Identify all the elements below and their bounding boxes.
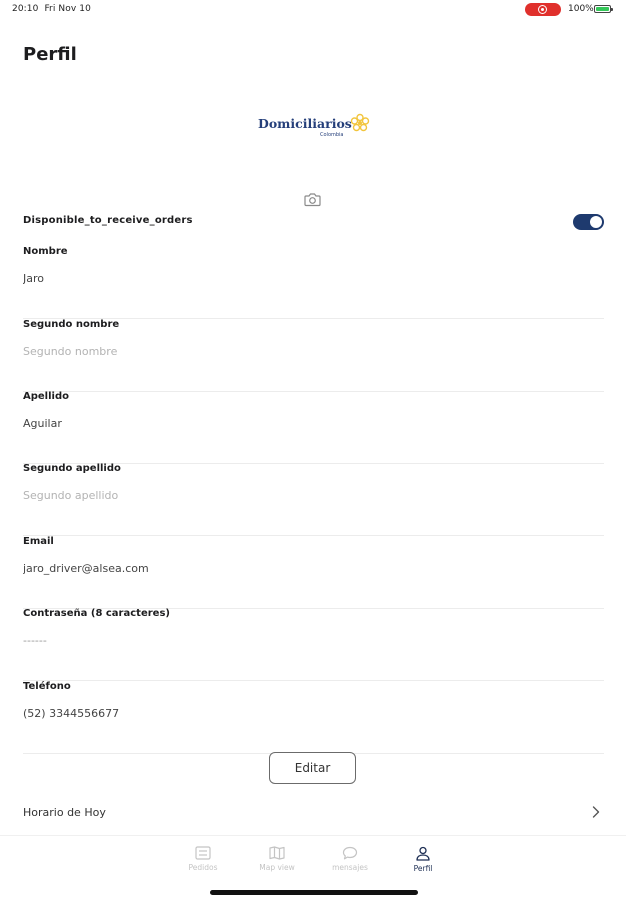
tab-perfil[interactable]: Perfil xyxy=(393,846,453,873)
field-label: Apellido xyxy=(23,391,69,402)
nombre-input[interactable] xyxy=(23,272,593,285)
tab-map-view[interactable]: Map view xyxy=(247,846,307,872)
status-date: Fri Nov 10 xyxy=(44,4,91,14)
segundo-nombre-input[interactable]: Segundo nombre xyxy=(23,345,593,358)
field-label: Teléfono xyxy=(23,681,71,692)
logo-text: Domiciliarios xyxy=(258,116,352,131)
tab-pedidos[interactable]: Pedidos xyxy=(173,846,233,872)
field-telefono: Teléfono xyxy=(23,681,604,754)
tab-label: Pedidos xyxy=(188,863,218,872)
telefono-input[interactable] xyxy=(23,707,593,720)
password-input[interactable] xyxy=(23,634,593,647)
apellido-input[interactable] xyxy=(23,417,593,430)
field-label: Segundo nombre xyxy=(23,319,120,330)
camera-icon[interactable] xyxy=(304,192,321,207)
edit-button[interactable]: Editar xyxy=(269,752,356,784)
logo-subtext: Colombia xyxy=(320,132,344,138)
field-label: Contraseña (8 caracteres) xyxy=(23,608,170,619)
screen-recording-indicator[interactable] xyxy=(525,3,561,16)
availability-row: Disponible_to_receive_orders xyxy=(23,210,604,234)
person-icon xyxy=(416,846,430,861)
home-indicator[interactable] xyxy=(210,890,418,895)
tab-label: Map view xyxy=(259,863,295,872)
field-email: Email xyxy=(23,536,604,609)
tab-mensajes[interactable]: mensajes xyxy=(320,846,380,872)
field-apellido: Apellido xyxy=(23,391,604,464)
field-label: Email xyxy=(23,536,54,547)
field-label: Nombre xyxy=(23,246,68,257)
tab-label: mensajes xyxy=(332,863,368,872)
list-icon xyxy=(195,846,211,860)
field-contrasena: Contraseña (8 caracteres) xyxy=(23,608,604,681)
page-title: Perfil xyxy=(23,44,77,65)
status-bar: 20:10 Fri Nov 10 100% xyxy=(0,0,626,20)
status-time-date: 20:10 Fri Nov 10 xyxy=(12,4,91,14)
battery-percentage: 100% xyxy=(568,4,594,14)
status-time: 20:10 xyxy=(12,4,39,14)
chat-icon xyxy=(342,846,358,860)
battery-icon xyxy=(594,5,613,13)
availability-label: Disponible_to_receive_orders xyxy=(23,215,193,226)
today-schedule-row[interactable]: Horario de Hoy xyxy=(23,800,604,826)
field-label: Segundo apellido xyxy=(23,463,121,474)
flower-icon xyxy=(350,113,370,132)
field-segundo-nombre: Segundo nombre Segundo nombre xyxy=(23,319,604,392)
email-input[interactable] xyxy=(23,562,593,575)
field-segundo-apellido: Segundo apellido Segundo apellido xyxy=(23,463,604,536)
availability-toggle[interactable] xyxy=(573,214,604,230)
record-icon xyxy=(538,5,547,14)
segundo-apellido-input[interactable]: Segundo apellido xyxy=(23,489,593,502)
toggle-knob xyxy=(590,216,602,228)
chevron-right-icon xyxy=(592,806,600,818)
schedule-label: Horario de Hoy xyxy=(23,806,106,819)
brand-logo: Domiciliarios Colombia xyxy=(258,112,372,142)
tab-label: Perfil xyxy=(413,864,433,873)
map-icon xyxy=(269,846,285,860)
field-nombre: Nombre xyxy=(23,246,604,319)
